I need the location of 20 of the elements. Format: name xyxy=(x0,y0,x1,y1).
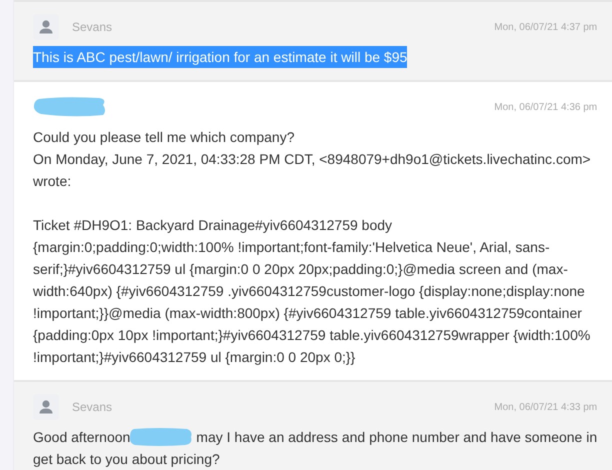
timestamp: Mon, 06/07/21 4:37 pm xyxy=(494,22,598,32)
message-text: !important;}}@media (max-width:800px) {#yiv6604312759 table.yiv6604312759container xyxy=(33,304,582,323)
message-text: {margin:0;padding:0;width:100% !important;font-family:'Helvetica Neue', Arial, sans- xyxy=(33,238,550,257)
message-text: serif;}#yiv6604312759 ul {margin:0 0 20px 20px;padding:0;}@media screen and (max- xyxy=(33,260,568,279)
message-text: get back to you about pricing? xyxy=(33,450,220,469)
timestamp: Mon, 06/07/21 4:33 pm xyxy=(494,402,598,412)
message-text: Could you please tell me which company? xyxy=(33,128,294,147)
message-text: On Monday, June 7, 2021, 04:33:28 PM CDT, <8948079+dh9o1@tickets.livechatinc.com> xyxy=(33,150,591,169)
message-text: wrote: xyxy=(33,172,72,191)
message-text: may I have an address and phone number and have someone in xyxy=(196,428,598,447)
message-text: Good afternoon xyxy=(33,428,130,447)
author-name: Sevans xyxy=(72,400,112,414)
message-text: width:640px) {#yiv6604312759 .yiv6604312759customer-logo {display:none;display:none xyxy=(33,282,585,301)
message-text: Ticket #DH9O1: Backyard Drainage#yiv6604312759 body xyxy=(33,216,392,235)
author-name: Sevans xyxy=(72,20,112,34)
timestamp: Mon, 06/07/21 4:36 pm xyxy=(494,102,598,112)
message-text: !important;}#yiv6604312759 ul {margin:0 0 20px 0;}} xyxy=(33,348,356,367)
message-text: This is ABC pest/lawn/ irrigation for an estimate it will be $95 xyxy=(33,46,408,68)
redaction-mark xyxy=(129,427,194,447)
message-text: {padding:0px 10px !important;}#yiv6604312759 table.yiv6604312759wrapper {width:100% xyxy=(33,326,590,345)
